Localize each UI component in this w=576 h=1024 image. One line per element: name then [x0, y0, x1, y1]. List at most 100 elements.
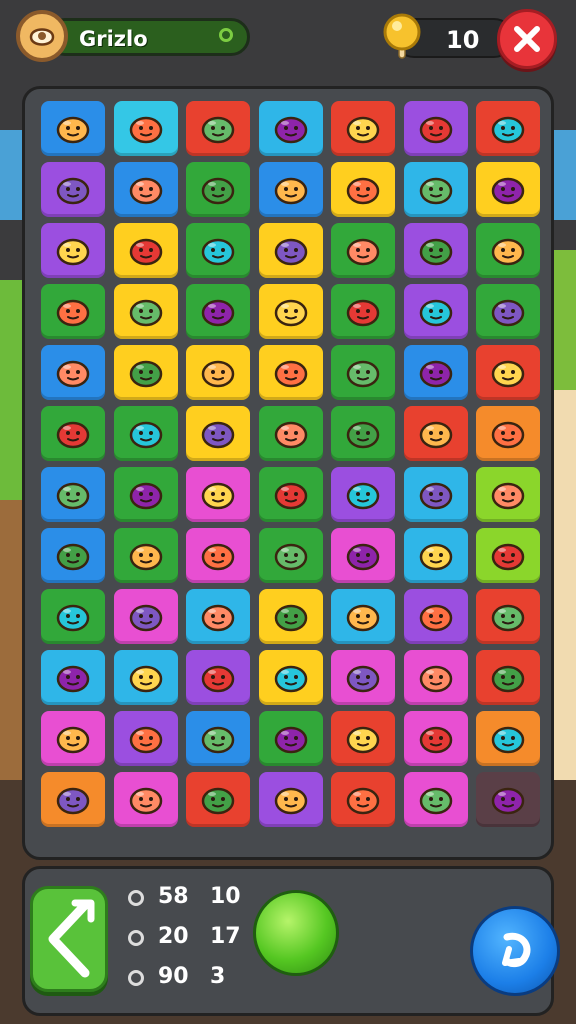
tile-peach[interactable] — [476, 772, 540, 827]
tile-paper[interactable] — [403, 223, 468, 278]
tile-eggplant[interactable] — [403, 345, 468, 400]
tile-ice-cream[interactable] — [186, 467, 250, 522]
tile-cat[interactable] — [476, 589, 540, 644]
avatar-bagel-icon[interactable] — [16, 10, 68, 62]
tile-flag[interactable] — [331, 223, 395, 278]
tile-orange-cat[interactable] — [41, 406, 105, 461]
tile-star[interactable] — [113, 589, 178, 644]
tile-green-face[interactable] — [331, 345, 395, 400]
tile-fish[interactable] — [403, 772, 468, 827]
tile-cat[interactable] — [186, 406, 250, 461]
tile-banana[interactable] — [331, 772, 395, 827]
tile-carrot[interactable] — [41, 528, 105, 583]
tile-blue-face[interactable] — [403, 711, 468, 766]
tile-grape[interactable] — [258, 223, 323, 278]
tomato-icon — [274, 604, 307, 631]
tile-house[interactable] — [113, 345, 178, 400]
tile-calendar[interactable] — [403, 589, 468, 644]
cone-icon — [491, 665, 525, 692]
chick-icon — [201, 238, 235, 265]
tile-crown[interactable] — [403, 528, 468, 583]
tile-ring[interactable] — [186, 650, 250, 705]
tile-blob[interactable] — [186, 345, 250, 400]
tile-card[interactable] — [113, 711, 178, 766]
tile-hat[interactable] — [258, 528, 323, 583]
tile-carrot[interactable] — [41, 101, 105, 156]
tile-drumstick[interactable] — [258, 101, 323, 156]
tile-cat[interactable] — [41, 772, 105, 827]
tile-chips[interactable] — [186, 162, 250, 217]
tile-cat-face[interactable] — [113, 223, 178, 278]
tile-candy[interactable] — [113, 528, 178, 583]
tile-melon[interactable] — [113, 406, 178, 461]
tile-sun[interactable] — [403, 406, 468, 461]
tile-leaf[interactable] — [186, 711, 250, 766]
tile-ice-cream[interactable] — [331, 406, 395, 461]
star-icon — [129, 604, 162, 631]
tile-orange-cat[interactable] — [403, 162, 468, 217]
tile-flame[interactable] — [186, 284, 250, 339]
calendar-icon — [419, 604, 452, 631]
tile-pencil[interactable] — [258, 650, 323, 705]
tile-fish[interactable] — [331, 528, 395, 583]
tile-blue-cat[interactable] — [476, 223, 540, 278]
tile-list[interactable] — [41, 345, 105, 400]
tile-avocado[interactable] — [41, 711, 105, 766]
tile-bottle[interactable] — [186, 589, 250, 644]
tile-slice[interactable] — [403, 650, 468, 705]
game-board — [22, 86, 554, 860]
tile-box[interactable] — [41, 223, 105, 278]
tile-spiral[interactable] — [113, 650, 178, 705]
tile-ghost[interactable] — [258, 772, 323, 827]
carrot-icon — [56, 543, 90, 570]
tile-cake[interactable] — [331, 101, 395, 156]
tile-sponge[interactable] — [258, 284, 323, 339]
tile-butter[interactable] — [403, 101, 468, 156]
tile-star-flower[interactable] — [113, 772, 178, 827]
back-button[interactable] — [30, 886, 108, 992]
bagel-icon — [29, 28, 55, 46]
tile-flower[interactable] — [41, 650, 105, 705]
close-button[interactable] — [497, 9, 557, 69]
tile-bear[interactable] — [403, 284, 468, 339]
tile-swirl[interactable] — [113, 101, 178, 156]
tile-bubble[interactable] — [113, 284, 178, 339]
tile-cake-slice[interactable] — [331, 284, 395, 339]
tile-bread[interactable] — [258, 345, 323, 400]
tile-gift[interactable] — [476, 406, 540, 461]
tile-map[interactable] — [186, 772, 250, 827]
tile-star[interactable] — [331, 467, 395, 522]
tile-mic[interactable] — [186, 528, 250, 583]
tile-chick[interactable] — [113, 162, 178, 217]
tile-tomato[interactable] — [258, 589, 323, 644]
tile-microphone[interactable] — [476, 345, 540, 400]
tile-purple-cat[interactable] — [476, 284, 540, 339]
leaf-icon — [346, 604, 380, 631]
leaf-icon — [274, 421, 307, 448]
tile-star[interactable] — [41, 467, 105, 522]
tile-box[interactable] — [41, 284, 105, 339]
tile-chick[interactable] — [186, 223, 250, 278]
tile-glove[interactable] — [258, 467, 323, 522]
green-orb-icon[interactable] — [253, 890, 339, 976]
tile-pig[interactable] — [331, 650, 395, 705]
tile-green-face[interactable] — [331, 711, 395, 766]
tile-brick[interactable] — [476, 528, 540, 583]
tile-lettuce[interactable] — [331, 162, 395, 217]
tile-tomato[interactable] — [186, 101, 250, 156]
tile-cone[interactable] — [476, 650, 540, 705]
tile-leaf[interactable] — [331, 589, 395, 644]
tile-heart-leaf[interactable] — [476, 101, 540, 156]
tile-carrot[interactable] — [113, 467, 178, 522]
tile-mint-candy[interactable] — [258, 162, 323, 217]
tile-banana-face[interactable] — [476, 711, 540, 766]
undo-button[interactable] — [470, 906, 560, 996]
tile-leaf[interactable] — [476, 467, 540, 522]
tile-leaf[interactable] — [258, 406, 323, 461]
tile-star[interactable] — [403, 467, 468, 522]
house-icon — [129, 360, 162, 387]
tile-pillow[interactable] — [476, 162, 540, 217]
tile-shrimp[interactable] — [41, 162, 105, 217]
tile-orange-chick[interactable] — [41, 589, 105, 644]
tile-shelf[interactable] — [258, 711, 323, 766]
